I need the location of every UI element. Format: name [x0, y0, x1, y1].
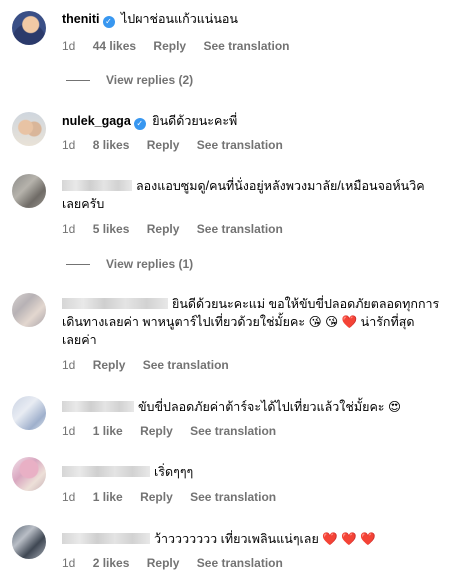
redacted-username[interactable]	[62, 466, 150, 477]
reply-button[interactable]: Reply	[140, 424, 173, 438]
heart-emoji: ❤️ ❤️ ❤️	[322, 532, 376, 546]
avatar[interactable]	[12, 457, 46, 491]
username[interactable]: nulek_gaga	[62, 114, 131, 128]
comment-time: 1d	[62, 222, 76, 236]
avatar[interactable]	[12, 11, 46, 45]
comment-text: ไปผาช่อนแก้วแน่นอน	[120, 12, 238, 26]
comment-text-continued: เลยครับ	[62, 197, 105, 211]
avatar[interactable]	[12, 396, 46, 430]
comment-meta: 1d 2 likes Reply See translation	[62, 555, 297, 571]
comment-text: ลองแอบซูมดู/คนที่นั่งอยู่หลังพวงมาลัย/เห…	[136, 179, 425, 193]
comment-body: ยินดีด้วยนะคะแม่ ขอให้ขับขี่ปลอดภัยตลอดท…	[62, 295, 454, 313]
comment-text: เริ่ดๆๆๆ	[154, 465, 194, 479]
see-translation-button[interactable]: See translation	[197, 556, 283, 570]
redacted-username[interactable]	[62, 180, 132, 191]
comment-text: ยินดีด้วยนะคะพี่	[152, 114, 238, 128]
like-count[interactable]: 8 likes	[93, 138, 130, 152]
comment-body: ขับขี่ปลอดภัยค่าต้าร์จะได้ไปเที่ยวแล้วใช…	[62, 398, 454, 416]
see-translation-button[interactable]: See translation	[197, 222, 283, 236]
comment-meta: 1d 44 likes Reply See translation	[62, 38, 303, 54]
comment-time: 1d	[62, 424, 76, 438]
comment-meta: 1d 5 likes Reply See translation	[62, 221, 297, 237]
comment-time: 1d	[62, 556, 76, 570]
kiss-emoji: 😘	[308, 315, 322, 329]
divider	[66, 264, 90, 266]
reply-button[interactable]: Reply	[93, 358, 126, 372]
comment-body: theniti ✓ ไปผาช่อนแก้วแน่นอน	[62, 10, 454, 28]
see-translation-button[interactable]: See translation	[197, 138, 283, 152]
comment-meta: 1d Reply See translation	[62, 357, 243, 373]
comment-body: เริ่ดๆๆๆ	[62, 463, 454, 481]
view-replies-label: View replies (1)	[106, 257, 194, 271]
verified-badge-icon: ✓	[133, 118, 146, 130]
view-replies-button[interactable]: View replies (1)	[66, 256, 193, 272]
see-translation-button[interactable]: See translation	[203, 39, 289, 53]
avatar[interactable]	[12, 112, 46, 146]
redacted-username[interactable]	[62, 533, 150, 544]
comment-body: เลยค่า	[62, 331, 454, 349]
avatar[interactable]	[12, 293, 46, 327]
comment-meta: 1d 1 like Reply See translation	[62, 423, 290, 439]
comment-body: nulek_gaga ✓ ยินดีด้วยนะคะพี่	[62, 112, 454, 130]
comment-text-continued: เดินทางเลยค่า พาหนูตาร์ไปเที่ยวด้วยใช่มั…	[62, 315, 306, 329]
comment-time: 1d	[62, 39, 76, 53]
heart-eyes-emoji: 😍	[388, 400, 402, 414]
view-replies-button[interactable]: View replies (2)	[66, 72, 193, 88]
avatar[interactable]	[12, 525, 46, 559]
redacted-username[interactable]	[62, 298, 168, 309]
comment-time: 1d	[62, 490, 76, 504]
comment-text: ขับขี่ปลอดภัยค่าต้าร์จะได้ไปเที่ยวแล้วใช…	[138, 400, 385, 414]
see-translation-button[interactable]: See translation	[190, 490, 276, 504]
comment-text: ว้าววววววว เที่ยวเพลินแน่ๆเลย	[154, 532, 319, 546]
reply-button[interactable]: Reply	[147, 138, 180, 152]
heart-emoji: ❤️	[341, 315, 358, 329]
reply-button[interactable]: Reply	[147, 222, 180, 236]
divider	[66, 80, 90, 82]
like-count[interactable]: 1 like	[93, 424, 123, 438]
like-count[interactable]: 1 like	[93, 490, 123, 504]
comment-text: ยินดีด้วยนะคะแม่ ขอให้ขับขี่ปลอดภัยตลอดท…	[172, 297, 440, 311]
comment-body: เลยครับ	[62, 195, 454, 213]
view-replies-label: View replies (2)	[106, 73, 194, 87]
comment-meta: 1d 8 likes Reply See translation	[62, 137, 297, 153]
avatar[interactable]	[12, 174, 46, 208]
like-count[interactable]: 2 likes	[93, 556, 130, 570]
redacted-username[interactable]	[62, 401, 134, 412]
comment-time: 1d	[62, 358, 76, 372]
reply-button[interactable]: Reply	[153, 39, 186, 53]
see-translation-button[interactable]: See translation	[143, 358, 229, 372]
kiss-emoji: 😘	[325, 315, 339, 329]
see-translation-button[interactable]: See translation	[190, 424, 276, 438]
comment-body: ลองแอบซูมดู/คนที่นั่งอยู่หลังพวงมาลัย/เห…	[62, 177, 454, 195]
username[interactable]: theniti	[62, 12, 100, 26]
like-count[interactable]: 5 likes	[93, 222, 130, 236]
comment-time: 1d	[62, 138, 76, 152]
comment-meta: 1d 1 like Reply See translation	[62, 489, 290, 505]
verified-badge-icon: ✓	[102, 16, 115, 28]
like-count[interactable]: 44 likes	[93, 39, 136, 53]
reply-button[interactable]: Reply	[140, 490, 173, 504]
comment-body: เดินทางเลยค่า พาหนูตาร์ไปเที่ยวด้วยใช่มั…	[62, 313, 454, 331]
comment-body: ว้าววววววว เที่ยวเพลินแน่ๆเลย ❤️ ❤️ ❤️	[62, 530, 454, 548]
reply-button[interactable]: Reply	[147, 556, 180, 570]
comment-text-continued: น่ารักที่สุด	[360, 315, 415, 329]
comment-text-continued: เลยค่า	[62, 333, 97, 347]
